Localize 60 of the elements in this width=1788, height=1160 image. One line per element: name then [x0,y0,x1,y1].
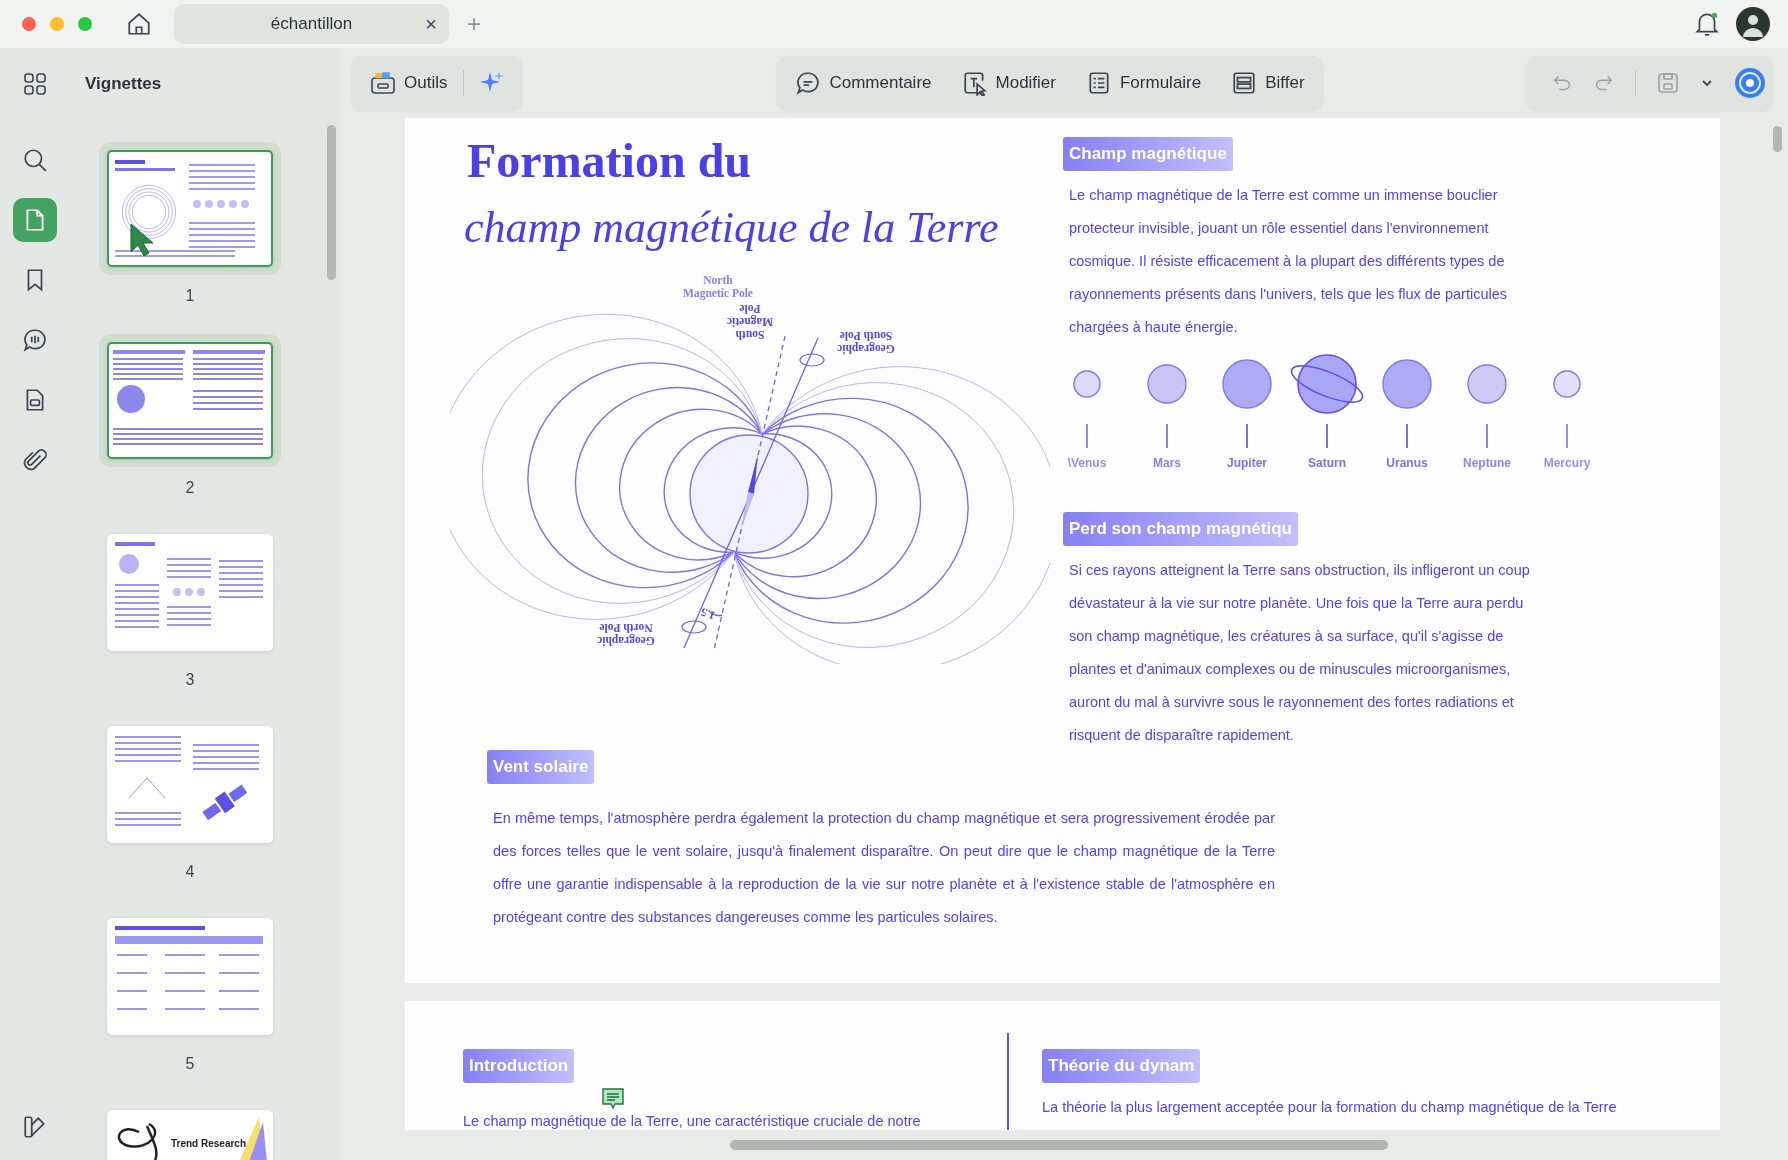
paragraph: La théorie la plus largement acceptée pour la formation du champ magnétique de la Terre [1042,1098,1617,1117]
panel-title: Vignettes [85,74,162,94]
close-tab-button[interactable]: × [425,13,437,36]
speech-bubble-icon [22,327,48,353]
page-thumbnail[interactable]: Trend Research [107,1110,273,1160]
section-heading: Champ magnétique [1063,137,1233,171]
paragraph: Si ces rayons atteignent la Terre sans obstruction, ils infligeront un coup dévastateur à la vie sur notre planète. Une fois que la Terre aura perdu son champ magnétique, les créatures à sa surface, qu'il s'agisse de plantes et d'animaux complexes ou de minuscules microorganismes, auront du mal à survivre sous le rayonnement des fortes radiations et risquent de disparaître rapidement. [1068,561,1531,745]
cursor-icon [129,222,155,258]
section-heading: Théorie du dynam [1042,1049,1201,1083]
planet-label: Mars [1153,456,1181,470]
diagram-label: South Magnetic Pole [727,303,773,341]
paragraph: En même temps, l'atmosphère perdra également la protection du champ magnétique et sera progressivement érodée par des forces telles que le vent solaire, jusqu'à finalement disparaître. On peut dire que le champ magnétique de la Terre offre une garantie indispensable à la reproduction de la vie sur notre planète et à l'existence stable de l'atmosphère en protégeant contre des substances dangereuses comme les particules solaires. [492,809,1275,927]
redact-button[interactable]: Biffer [1229,66,1307,100]
scrollbar[interactable] [730,1140,1388,1150]
scrollbar[interactable] [1773,126,1782,152]
text-cursor-icon [961,70,988,96]
document-subtitle: champ magnétique de la Terre [464,202,1000,254]
diagram-label: Geographic North Pole [597,621,655,647]
home-icon[interactable] [126,11,152,37]
page-number: 5 [185,1055,195,1073]
page-number: 1 [185,287,195,305]
comment-note-icon[interactable] [601,1087,625,1111]
planet-label: Jupiter [1227,456,1267,470]
avatar-icon[interactable] [1736,7,1770,41]
page-number: 2 [185,479,195,497]
paragraph: Le champ magnétique de la Terre, une caractéristique cruciale de notre [463,1112,921,1130]
page-button[interactable] [13,198,57,242]
speech-bubble-icon [795,70,822,96]
thumbnail-caption: Trend Research [171,1138,247,1149]
toolbox-icon [370,71,396,95]
redact-icon [1231,70,1258,96]
planet-label: Mercury [1543,456,1591,470]
section-heading: Vent solaire [487,750,595,784]
paperclip-icon [22,447,48,473]
comment-button[interactable]: Commentaire [793,66,934,100]
page-number: 3 [185,671,195,689]
assistant-icon[interactable] [1734,67,1766,99]
zoom-window-button[interactable] [78,17,92,31]
sidebar-toggle-icon[interactable] [22,1114,48,1140]
diagram-label: Geographic South Pole [837,329,895,355]
planet-label: Uranus [1386,456,1428,470]
planet-label: Saturn [1308,456,1346,470]
form-icon [1086,70,1112,96]
edit-button[interactable]: Modifier [959,66,1058,100]
paragraph: Le champ magnétique de la Terre est comme un immense bouclier protecteur invisible, jouant un rôle essentiel dans l'environnement cosmique. Il résiste efficacement à la plupart des différents types de rayonnements présents dans l'univers, tels que les flux de particules chargées à haute énergie. [1068,186,1508,337]
document-tab[interactable]: échantillon × [174,4,449,44]
section-heading: Perd son champ magnétiqu [1063,512,1298,546]
page-number: 4 [185,863,195,881]
diagram-label: 1.5 [699,605,717,623]
search-icon [22,147,48,173]
bell-icon[interactable] [1694,10,1720,38]
close-window-button[interactable] [22,17,36,31]
section-heading: Introduction [463,1049,575,1083]
planet-label: Neptune [1463,456,1511,470]
scrollbar[interactable] [327,125,336,280]
diagram-label: North Magnetic Pole [683,273,753,299]
document-title: Formation du [467,134,752,188]
form-button[interactable]: Formulaire [1084,66,1204,100]
planet-label: \Venus [1067,456,1107,470]
grid-icon[interactable] [23,72,47,96]
